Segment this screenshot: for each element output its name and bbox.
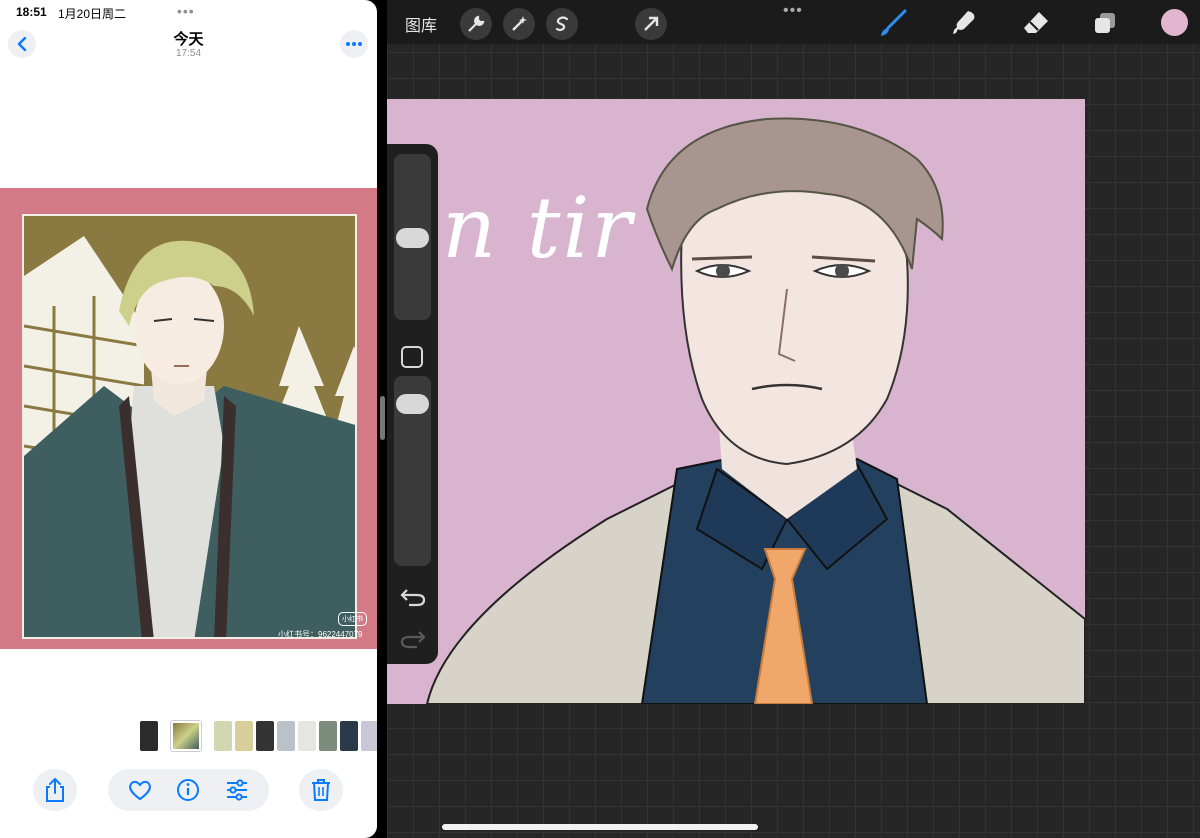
- selection-icon: [555, 16, 569, 32]
- share-button[interactable]: [33, 769, 77, 811]
- gallery-button[interactable]: 图库: [405, 12, 437, 36]
- photo-actions-group: [108, 769, 269, 811]
- magic-wand-icon: [512, 16, 527, 31]
- photos-pane: 18:51 1月20日周二 ••• 今天 17:54 小红书 小红书号：9622…: [0, 0, 377, 838]
- opacity-thumb[interactable]: [396, 394, 429, 414]
- status-time: 18:51: [16, 5, 47, 19]
- drawing-canvas[interactable]: n tir: [387, 99, 1085, 704]
- more-icon: [346, 42, 362, 46]
- selection-button[interactable]: [546, 8, 578, 40]
- info-button[interactable]: [175, 777, 201, 803]
- color-picker[interactable]: [1161, 9, 1188, 36]
- thumbnail[interactable]: [340, 721, 358, 751]
- illustration-frame: [22, 214, 357, 639]
- thumbnail[interactable]: [319, 721, 337, 751]
- multitasking-dots-right[interactable]: •••: [783, 2, 803, 20]
- transform-button[interactable]: [635, 8, 667, 40]
- character-illustration-left: [24, 240, 355, 637]
- character-illustration-right: [425, 117, 1085, 704]
- thumbnail[interactable]: [277, 721, 295, 751]
- status-date: 1月20日周二: [58, 7, 127, 21]
- brush-sidebar: [387, 144, 438, 664]
- transform-arrow-icon: [644, 16, 659, 31]
- thumbnail[interactable]: [256, 721, 274, 751]
- photo-title: 今天: [173, 31, 204, 48]
- layers-button[interactable]: [1089, 7, 1121, 39]
- photo-viewer[interactable]: 小红书 小红书号：9622447079: [0, 188, 377, 649]
- home-indicator[interactable]: [442, 824, 758, 830]
- undo-button[interactable]: [399, 586, 427, 608]
- layers-icon: [1095, 13, 1115, 33]
- smudge-tool[interactable]: [948, 7, 980, 39]
- delete-button[interactable]: [299, 769, 343, 811]
- thumbnail[interactable]: [298, 721, 316, 751]
- procreate-toolbar: 图库 •••: [387, 0, 1200, 44]
- share-icon: [46, 777, 64, 802]
- more-button[interactable]: [340, 30, 368, 58]
- actions-button[interactable]: [460, 8, 492, 40]
- brush-tool[interactable]: [877, 7, 909, 39]
- procreate-pane: 图库 ••• n tir: [387, 0, 1200, 838]
- modify-button[interactable]: [401, 346, 423, 368]
- info-icon: [177, 779, 200, 801]
- multitasking-dots[interactable]: •••: [177, 3, 195, 19]
- thumbnail-strip[interactable]: [140, 721, 377, 751]
- thumbnail[interactable]: [235, 721, 253, 751]
- redo-button[interactable]: [399, 628, 427, 650]
- favorite-button[interactable]: [127, 777, 153, 803]
- watermark-id: 小红书号：9622447079: [278, 630, 363, 639]
- watermark-badge: 小红书: [338, 612, 367, 626]
- undo-icon: [400, 589, 426, 607]
- eraser-tool[interactable]: [1020, 7, 1052, 39]
- edit-button[interactable]: [224, 777, 250, 803]
- wrench-icon: [468, 15, 485, 32]
- adjustments-button[interactable]: [503, 8, 535, 40]
- split-view-divider[interactable]: [380, 396, 385, 440]
- brush-size-thumb[interactable]: [396, 228, 429, 248]
- trash-icon: [312, 779, 330, 801]
- thumbnail-selected[interactable]: [171, 721, 201, 751]
- eraser-icon: [1024, 12, 1048, 33]
- smudge-icon: [953, 11, 975, 34]
- heart-icon: [129, 780, 151, 801]
- brush-icon: [881, 9, 907, 36]
- photo-time: 17:54: [175, 48, 202, 59]
- thumbnail[interactable]: [361, 721, 377, 751]
- thumbnail[interactable]: [214, 721, 232, 751]
- thumbnail[interactable]: [140, 721, 158, 751]
- sliders-icon: [226, 779, 247, 801]
- redo-icon: [400, 631, 426, 649]
